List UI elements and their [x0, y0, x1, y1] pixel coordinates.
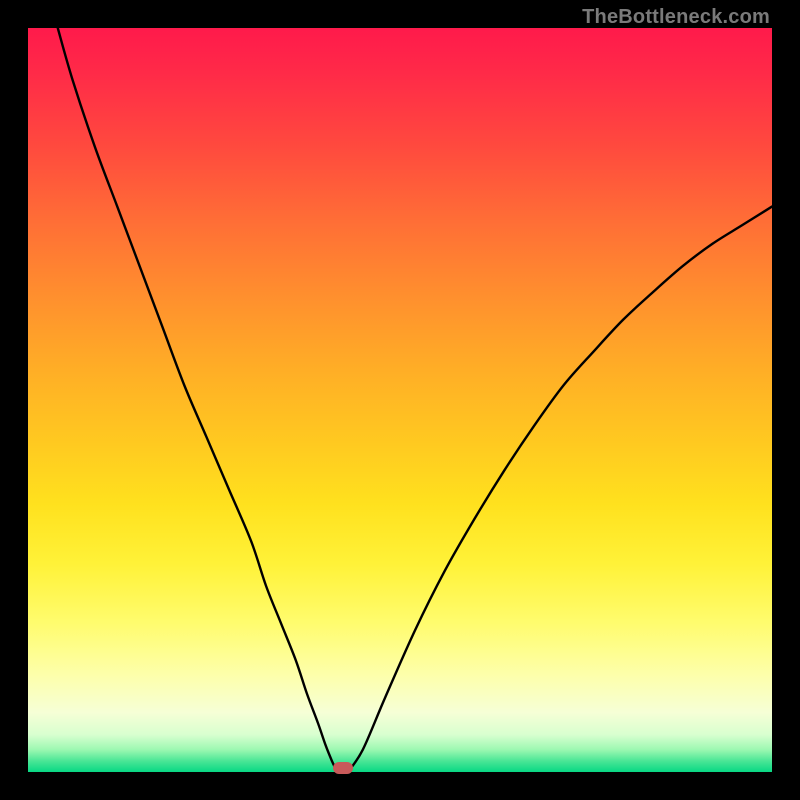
watermark-text: TheBottleneck.com: [582, 6, 770, 29]
min-marker: [333, 762, 353, 774]
bottleneck-curve: [28, 28, 772, 772]
plot-area: [28, 28, 772, 772]
chart-frame: TheBottleneck.com: [0, 0, 800, 800]
